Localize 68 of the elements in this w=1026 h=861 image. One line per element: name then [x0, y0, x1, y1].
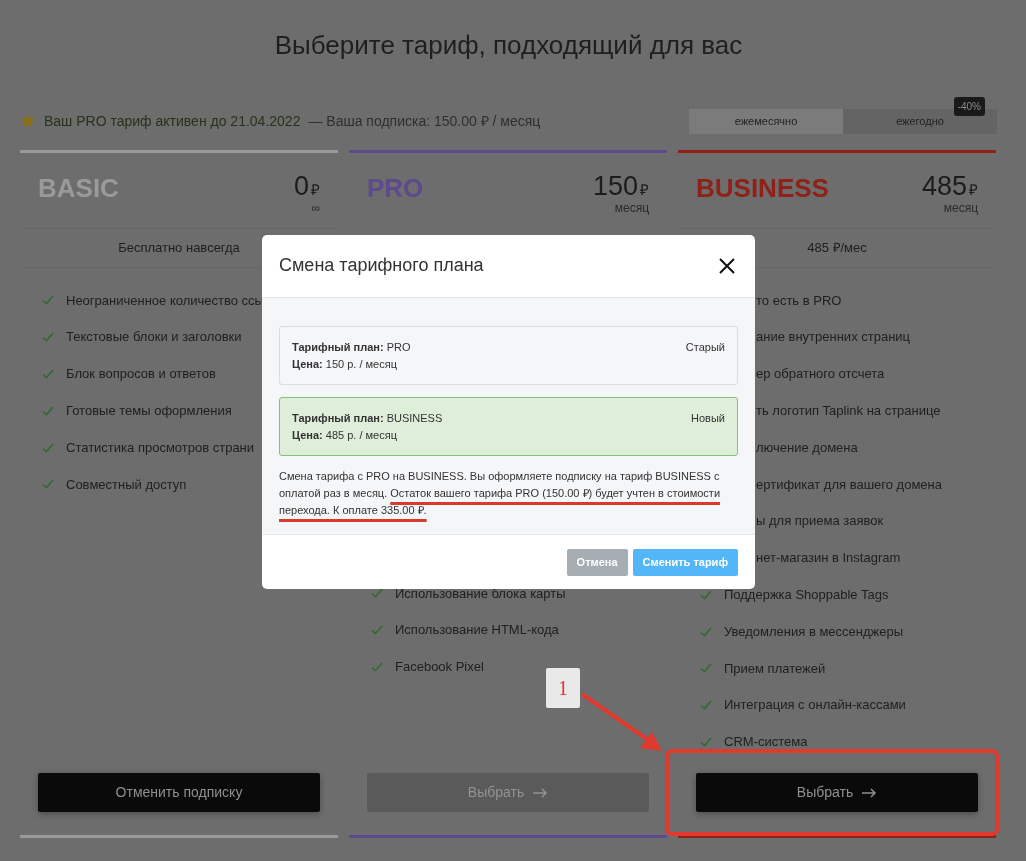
- check-icon: [700, 663, 712, 674]
- price-line: Цена: 485 р. / месяц: [292, 428, 398, 443]
- feature-text: CRM-система: [724, 733, 808, 752]
- modal-title: Смена тарифного плана: [279, 255, 484, 277]
- feature-text: Совместный доступ: [66, 475, 187, 494]
- check-icon: [700, 589, 712, 600]
- plan-period: месяц: [613, 202, 649, 214]
- price-line: Цена: 150 р. / месяц: [292, 357, 398, 372]
- check-icon: [42, 295, 54, 306]
- feature-text: ертификат для вашего домена: [756, 475, 942, 494]
- feature-text: нет-магазин в Instagram: [756, 549, 901, 568]
- check-icon: [700, 626, 712, 637]
- plan-button[interactable]: Выбрать: [696, 773, 978, 812]
- feature-text: ы для приема заявок: [756, 512, 884, 531]
- feature-text: Поддержка Shoppable Tags: [724, 586, 889, 604]
- billing-option[interactable]: ежемесячно: [689, 108, 843, 134]
- plan-subtitle: 485 ₽/мес: [807, 239, 867, 258]
- check-icon: [42, 479, 54, 490]
- check-icon: [42, 405, 54, 416]
- feature-text: ер обратного отсчета: [756, 365, 885, 384]
- plan-tag: Новый: [691, 410, 725, 443]
- plan-line: Тарифный план: BUSINESS: [292, 411, 443, 426]
- feature-text: Использование блока карты: [395, 584, 566, 603]
- check-icon: [42, 369, 54, 379]
- check-icon: [700, 736, 712, 747]
- currency-sign: ₽: [311, 181, 320, 198]
- check-icon: [42, 442, 54, 453]
- feature-text: Блок вопросов и ответов: [66, 365, 216, 384]
- check-icon: [700, 700, 712, 711]
- plan-price: 485: [921, 171, 967, 201]
- check-icon: [371, 625, 383, 636]
- feature-text: Прием платежей: [724, 659, 826, 678]
- currency-sign: ₽: [969, 181, 978, 198]
- change-note: Смена тарифа с PRO на BUSINESS. Вы оформляете подписку на тариф BUSINESS с оплатой раз в месяц. Остаток вашего тарифа PRO (150.00 ₽) будет учтен в стоимости перехода. К оплате 335.00 ₽.: [279, 469, 722, 518]
- discount-badge: -40%: [953, 96, 985, 116]
- feature-text: то есть в PRO: [756, 291, 842, 310]
- currency-sign: ₽: [640, 181, 649, 198]
- plan-price: 0: [293, 171, 309, 201]
- star-icon: [20, 113, 36, 129]
- plan-price: 150: [592, 171, 638, 201]
- feature-text: Facebook Pixel: [395, 658, 484, 677]
- feature-text: Текстовые блоки и заголовки: [66, 328, 242, 347]
- plan-subtitle: Бесплатно навсегда: [118, 239, 240, 258]
- plan-line: Тарифный план: PRO: [292, 340, 411, 355]
- check-icon: [371, 662, 383, 672]
- feature-text: ание внутренних страниц: [756, 328, 911, 347]
- plan-period: ∞: [310, 202, 320, 214]
- feature-text: Статистика просмотров страни: [66, 438, 255, 457]
- subscription-status: Ваш PRO тариф активен до 21.04.2022: [44, 111, 301, 131]
- check-icon: [42, 332, 54, 343]
- page-title: Выберите тариф, подходящий для вас: [273, 29, 744, 62]
- callout-label: 1: [546, 668, 580, 708]
- subscription-detail: — Ваша подписка: 150.00 ₽ / месяц: [308, 111, 541, 131]
- plan-tag: Старый: [685, 339, 725, 372]
- close-icon: [718, 257, 736, 275]
- feature-text: ть логотип Taplink на странице: [756, 402, 941, 421]
- feature-text: Использование HTML-кода: [395, 621, 559, 640]
- plan-period: месяц: [942, 202, 978, 214]
- check-icon: [371, 588, 383, 599]
- plan-name: BUSINESS: [696, 173, 829, 205]
- plan-button[interactable]: Отменить подписку: [38, 773, 320, 812]
- feature-text: Готовые темы оформления: [66, 402, 232, 421]
- confirm-button[interactable]: Сменить тариф: [632, 548, 738, 576]
- feature-text: Уведомления в мессенджеры: [724, 622, 904, 641]
- feature-text: Интеграция с онлайн-кассами: [724, 696, 906, 715]
- feature-text: лючение домена: [756, 438, 858, 457]
- close-button[interactable]: [718, 257, 736, 275]
- cancel-button[interactable]: Отмена: [566, 548, 628, 576]
